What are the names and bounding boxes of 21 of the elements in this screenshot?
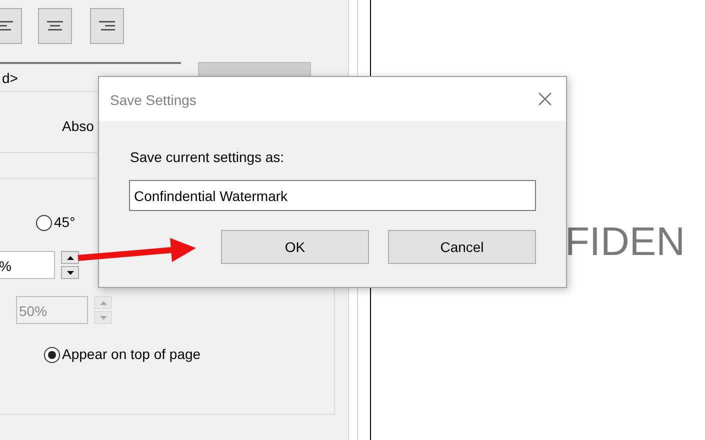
- watermark-text: FIDEN: [565, 222, 685, 262]
- align-icon: [47, 20, 63, 32]
- ok-button[interactable]: OK: [221, 230, 369, 264]
- close-icon: [538, 92, 552, 106]
- align-button[interactable]: [38, 8, 72, 44]
- down-triangle-icon: [66, 270, 74, 274]
- prompt-label: Save current settings as:: [130, 148, 284, 167]
- dialog-title: Save Settings: [110, 91, 196, 110]
- align-button[interactable]: [90, 8, 124, 44]
- down-triangle-icon: [100, 316, 106, 320]
- align-icon: [0, 20, 13, 32]
- align-icon: [99, 20, 115, 32]
- cancel-button[interactable]: Cancel: [388, 230, 536, 264]
- position-label: Abso: [62, 117, 94, 136]
- radio-button[interactable]: 45°: [36, 212, 76, 233]
- spin-down-button[interactable]: [61, 266, 79, 279]
- name-field[interactable]: Confindential Watermark: [129, 180, 536, 211]
- radio-button[interactable]: Appear on top of page: [44, 344, 201, 365]
- up-triangle-icon: [66, 256, 74, 260]
- spin-up-button[interactable]: [61, 251, 79, 264]
- up-triangle-icon: [100, 300, 106, 304]
